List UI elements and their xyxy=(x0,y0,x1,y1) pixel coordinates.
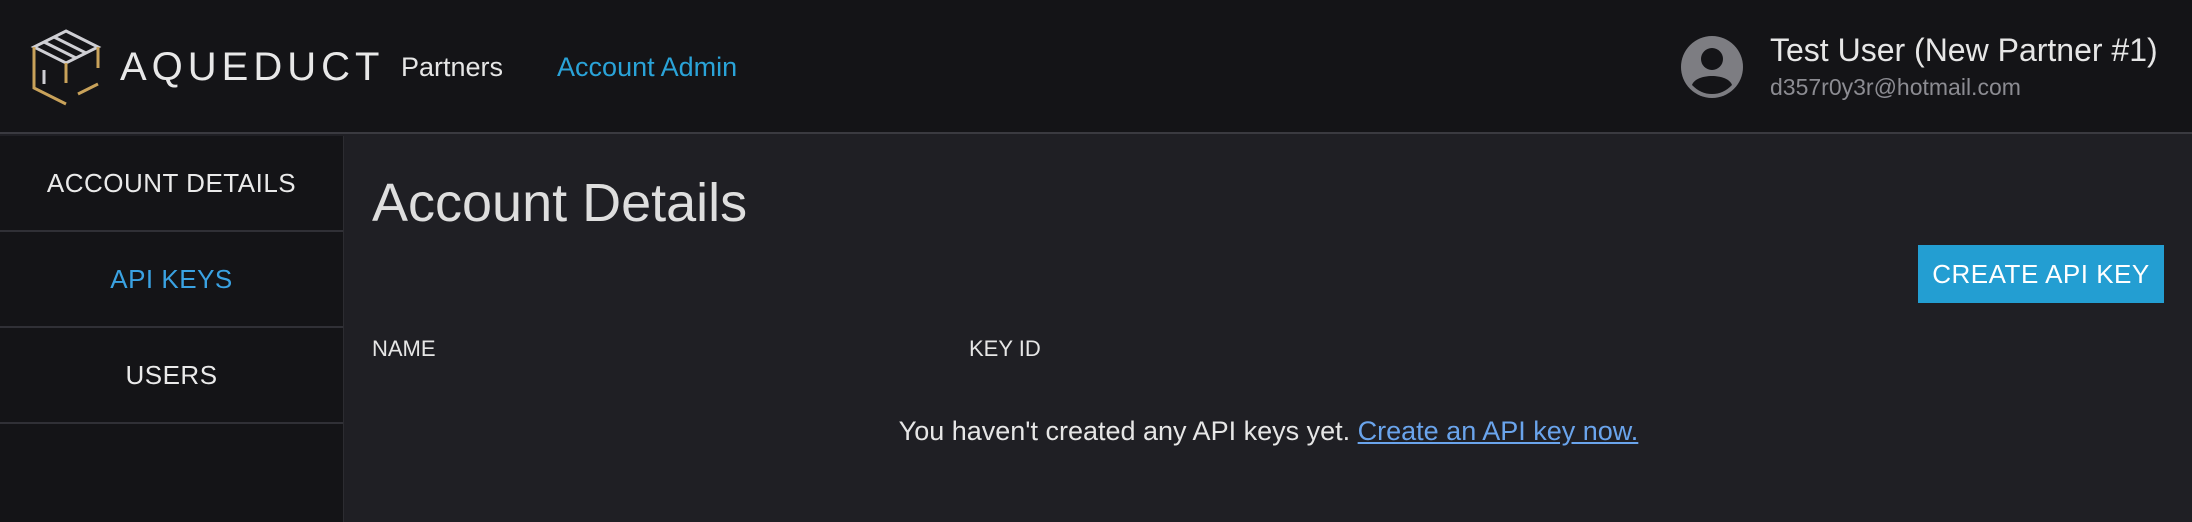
user-email: d357r0y3r@hotmail.com xyxy=(1770,74,2021,100)
sidebar-item-users[interactable]: USERS xyxy=(0,328,343,424)
top-nav: Partners Account Admin xyxy=(401,0,791,134)
nav-partners[interactable]: Partners xyxy=(401,52,503,83)
aqueduct-logo-icon xyxy=(30,29,102,106)
main-content: Account Details CREATE API KEY NAME KEY … xyxy=(345,136,2192,522)
user-info: Test User (New Partner #1) d357r0y3r@hot… xyxy=(1770,30,2158,104)
create-api-key-link[interactable]: Create an API key now. xyxy=(1358,416,1639,446)
create-api-key-button[interactable]: CREATE API KEY xyxy=(1918,245,2164,303)
user-circle-icon[interactable] xyxy=(1680,35,1744,99)
top-bar: AQUEDUCT Partners Account Admin Test Use… xyxy=(0,0,2192,134)
brand-name: AQUEDUCT xyxy=(120,44,385,89)
user-name: Test User (New Partner #1) xyxy=(1770,32,2158,68)
empty-state-text: You haven't created any API keys yet. xyxy=(898,416,1351,446)
column-header-key-id: KEY ID xyxy=(969,336,1041,361)
empty-state: You haven't created any API keys yet. Cr… xyxy=(345,416,2192,447)
user-menu[interactable]: Test User (New Partner #1) d357r0y3r@hot… xyxy=(1680,0,2158,134)
brand[interactable]: AQUEDUCT xyxy=(30,28,384,106)
column-header-name: NAME xyxy=(372,336,436,361)
sidebar-item-api-keys[interactable]: API KEYS xyxy=(0,232,343,328)
sidebar-item-account-details[interactable]: ACCOUNT DETAILS xyxy=(0,136,343,232)
nav-account-admin[interactable]: Account Admin xyxy=(557,52,737,83)
page-title: Account Details xyxy=(372,173,748,233)
sidebar: ACCOUNT DETAILS API KEYS USERS xyxy=(0,136,344,522)
